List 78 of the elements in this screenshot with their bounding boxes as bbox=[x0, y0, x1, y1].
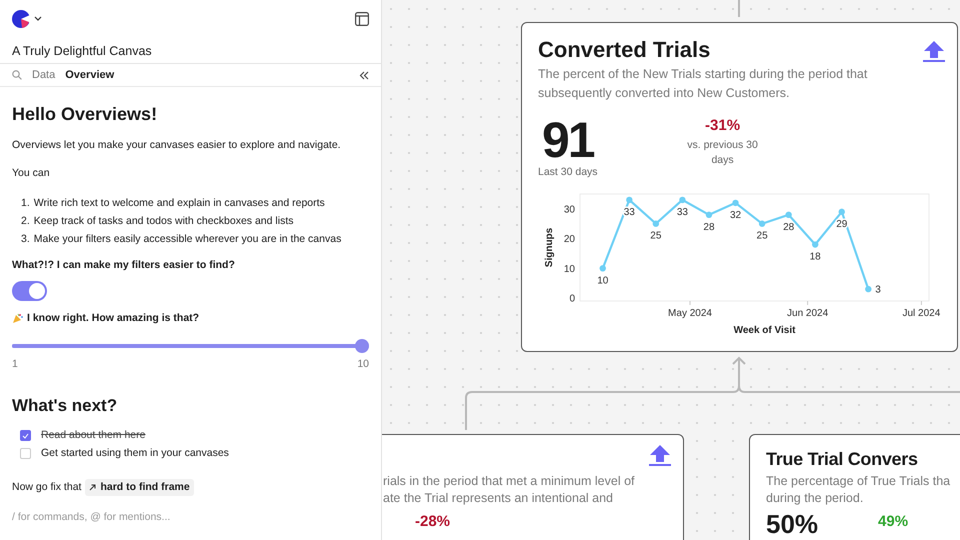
party-popper-icon bbox=[12, 312, 23, 324]
card-description: during the period. bbox=[766, 490, 864, 507]
search-icon[interactable] bbox=[12, 70, 22, 80]
heading: Hello Overviews! bbox=[12, 103, 158, 126]
slider-min-label: 1 bbox=[12, 357, 18, 372]
card-description: The percent of the New Trials starting during the period that subsequently converted into New Customers. bbox=[538, 66, 868, 102]
tab[interactable]: Data bbox=[32, 66, 56, 84]
slider-label: I know right. How amazing is that? bbox=[27, 310, 200, 326]
card-description: The percentage of True Trials tha bbox=[766, 473, 952, 490]
data-label: 33 bbox=[676, 206, 688, 218]
data-point bbox=[626, 196, 633, 203]
data-point bbox=[812, 241, 818, 248]
checkbox[interactable] bbox=[20, 430, 31, 441]
heading: What's next? bbox=[12, 395, 118, 417]
data-point bbox=[732, 199, 739, 206]
card-title: True Trial Convers bbox=[766, 449, 918, 471]
data-point bbox=[600, 264, 606, 272]
data-point bbox=[865, 286, 872, 292]
data-point bbox=[785, 211, 792, 218]
slider-thumb[interactable] bbox=[355, 339, 369, 354]
data-label: 32 bbox=[730, 210, 742, 221]
slider-max-label: 10 bbox=[357, 357, 369, 372]
data-point bbox=[679, 196, 686, 203]
toggle-switch[interactable] bbox=[12, 280, 47, 300]
card-description: rials in the period that met a minimum level of bbox=[383, 473, 636, 490]
frame-link[interactable]: hard to find frame bbox=[85, 478, 194, 496]
todo-label: Get started using them in your canvases bbox=[41, 446, 229, 461]
checkmark-icon bbox=[22, 432, 29, 438]
metric-value: 91 bbox=[542, 115, 594, 165]
paragraph: Overviews let you make your canvases easier to explore and navigate. bbox=[12, 138, 342, 154]
canvas-title: A Truly Delightful Canvas bbox=[12, 43, 152, 60]
change-value: 49% bbox=[878, 512, 908, 532]
collapse-icon[interactable] bbox=[359, 70, 369, 80]
data-label: 28 bbox=[783, 222, 794, 233]
layout-icon[interactable] bbox=[355, 12, 369, 26]
x-tick-label: Jul 2024 bbox=[902, 308, 940, 319]
toggle-label: What?!? I can make my filters easier to find? bbox=[12, 258, 235, 273]
card-description: ate the Trial represents an intentional and bbox=[383, 490, 614, 507]
upload-icon[interactable] bbox=[923, 41, 945, 62]
data-label: 25 bbox=[650, 230, 662, 242]
y-tick-label: 30 bbox=[564, 204, 575, 216]
data-label: 3 bbox=[875, 284, 881, 296]
list-item: Make your filters easily accessible wherever you are in the canvas bbox=[34, 232, 342, 247]
todo-label: Read about them here bbox=[41, 428, 146, 443]
data-label: 10 bbox=[597, 275, 608, 286]
y-tick-label: 0 bbox=[569, 293, 575, 304]
data-point bbox=[838, 208, 845, 215]
upload-icon[interactable] bbox=[649, 445, 671, 466]
metric-value: 50% bbox=[766, 511, 818, 537]
x-axis-title: Week of Visit bbox=[734, 324, 796, 336]
y-axis-title: Signups bbox=[544, 228, 555, 267]
list-number: 3. bbox=[21, 232, 30, 247]
logo-icon[interactable] bbox=[12, 10, 30, 28]
data-point bbox=[706, 211, 712, 218]
x-tick-label: May 2024 bbox=[668, 308, 712, 319]
change-value: -28% bbox=[415, 512, 450, 532]
data-label: 18 bbox=[810, 251, 821, 262]
data-label: 25 bbox=[756, 230, 768, 242]
metric-label: Last 30 days bbox=[538, 165, 598, 180]
data-label: 28 bbox=[703, 222, 715, 233]
paragraph: Now go fix that bbox=[12, 480, 82, 494]
data-point bbox=[652, 220, 660, 227]
change-label: vs. previous 30 days bbox=[686, 138, 759, 168]
list-number: 2. bbox=[21, 214, 30, 229]
arrow-icon bbox=[89, 484, 96, 491]
checkbox[interactable] bbox=[20, 448, 31, 459]
list-item: Write rich text to welcome and explain in canvases and reports bbox=[34, 196, 325, 211]
card-title: Converted Trials bbox=[538, 37, 710, 64]
data-point bbox=[758, 220, 766, 227]
list-number: 1. bbox=[21, 196, 30, 211]
chevron-down-icon[interactable] bbox=[34, 16, 42, 22]
list-item: Keep track of tasks and todos with checkboxes and lists bbox=[34, 214, 294, 229]
paragraph: You can bbox=[12, 166, 51, 181]
y-tick-label: 10 bbox=[564, 264, 575, 275]
change-value: -31% bbox=[705, 116, 740, 136]
tab[interactable]: Overview bbox=[65, 66, 114, 84]
x-tick-label: Jun 2024 bbox=[787, 308, 828, 319]
y-tick-label: 20 bbox=[564, 234, 575, 245]
